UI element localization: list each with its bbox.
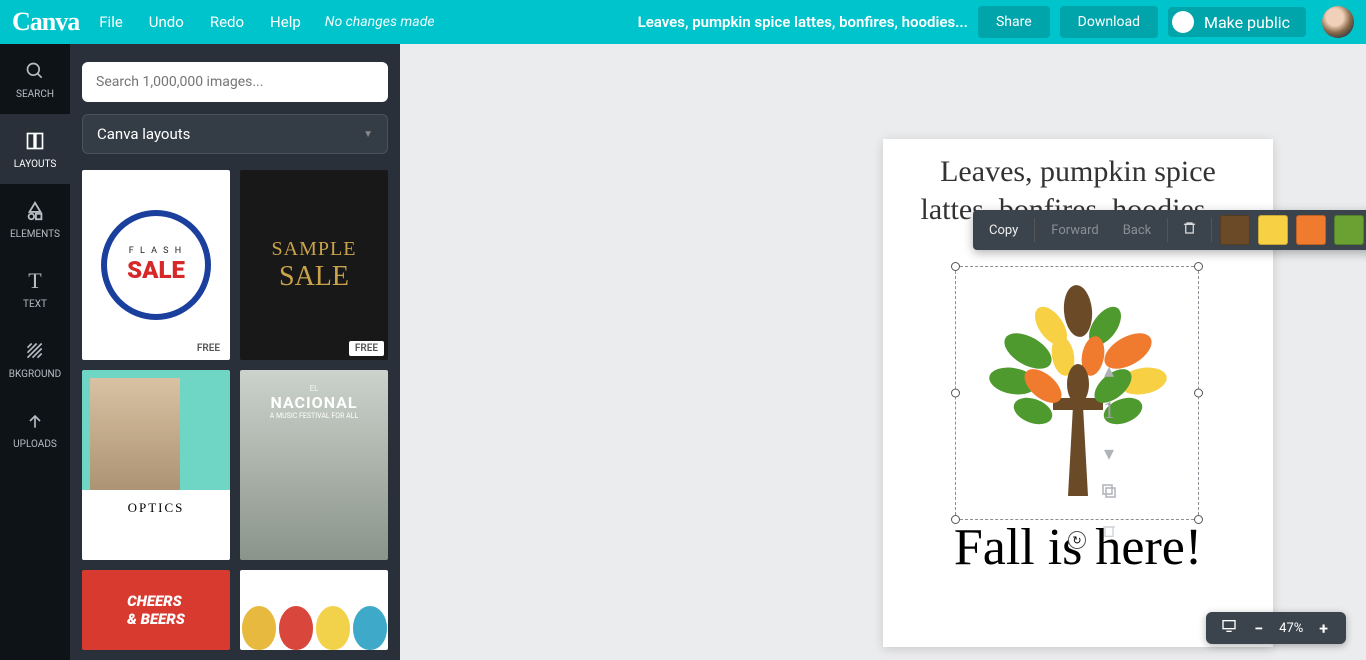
layout-dropdown[interactable]: Canva layouts ▼ <box>82 114 388 154</box>
upload-icon <box>23 409 47 433</box>
toggle-knob-icon <box>1172 11 1194 33</box>
color-swatch-yellow[interactable] <box>1258 215 1288 245</box>
chevron-down-icon: ▼ <box>363 129 373 140</box>
resize-handle[interactable] <box>1194 262 1203 271</box>
delete-page-icon[interactable] <box>1101 521 1117 545</box>
rotate-handle[interactable]: ↻ <box>1068 531 1086 549</box>
template-text: F L A S H <box>129 246 183 256</box>
resize-handle[interactable] <box>951 389 960 398</box>
nav-background[interactable]: BKGROUND <box>0 324 70 394</box>
nav-layouts-label: LAYOUTS <box>14 159 57 170</box>
menu-undo[interactable]: Undo <box>149 13 184 31</box>
free-badge: FREE <box>349 341 384 356</box>
download-button[interactable]: Download <box>1060 6 1158 38</box>
resize-handle[interactable] <box>1194 515 1203 524</box>
template-item[interactable]: SAMPLE SALE FREE <box>240 170 388 360</box>
menu-redo[interactable]: Redo <box>210 13 244 31</box>
nav-search-label: SEARCH <box>16 89 54 100</box>
back-button[interactable]: Back <box>1111 210 1164 250</box>
template-text: SALE <box>127 256 185 284</box>
zoom-out-button[interactable]: − <box>1250 619 1267 638</box>
template-text: NACIONAL <box>270 393 357 412</box>
template-item[interactable]: EL NACIONAL A MUSIC FESTIVAL FOR ALL <box>240 370 388 560</box>
text-icon: T <box>23 269 47 293</box>
page-down-button[interactable]: ▾ <box>1104 441 1114 465</box>
template-text: & BEERS <box>127 610 185 628</box>
nav-elements-label: ELEMENTS <box>10 229 60 240</box>
app-logo: Canva <box>12 7 79 37</box>
selection-box[interactable]: ↻ <box>955 266 1199 520</box>
nav-layouts[interactable]: LAYOUTS <box>0 114 70 184</box>
elements-icon <box>23 199 47 223</box>
layout-dropdown-label: Canva layouts <box>97 125 190 143</box>
menu-help[interactable]: Help <box>270 13 301 31</box>
copy-button[interactable]: Copy <box>977 210 1030 250</box>
nav-text-label: TEXT <box>23 299 47 310</box>
zoom-value: 47% <box>1279 621 1303 636</box>
background-icon <box>23 339 47 363</box>
menu-file[interactable]: File <box>99 13 123 31</box>
color-swatch-green[interactable] <box>1334 215 1364 245</box>
resize-handle[interactable] <box>951 515 960 524</box>
template-text: CHEERS <box>127 592 185 610</box>
template-text: SAMPLE <box>272 238 357 261</box>
template-item[interactable]: OPTICS <box>82 370 230 560</box>
zoom-in-button[interactable]: + <box>1315 619 1332 638</box>
template-item[interactable]: F L A S H SALE FREE <box>82 170 230 360</box>
make-public-label: Make public <box>1204 13 1290 32</box>
template-text: SALE <box>279 261 349 293</box>
template-item[interactable]: CHEERS & BEERS <box>82 570 230 650</box>
layouts-icon <box>23 129 47 153</box>
template-text: A MUSIC FESTIVAL FOR ALL <box>270 412 359 420</box>
trash-icon[interactable] <box>1172 220 1207 240</box>
copy-page-icon[interactable] <box>1100 481 1118 505</box>
page-up-button[interactable]: ▴ <box>1104 358 1114 382</box>
nav-background-label: BKGROUND <box>9 369 61 380</box>
make-public-toggle[interactable]: Make public <box>1168 7 1306 37</box>
resize-handle[interactable] <box>951 262 960 271</box>
template-text: OPTICS <box>82 500 230 516</box>
context-toolbar: Copy Forward Back ▼ <box>973 210 1366 250</box>
search-icon <box>23 59 47 83</box>
share-button[interactable]: Share <box>978 6 1050 38</box>
color-swatch-brown[interactable] <box>1220 215 1250 245</box>
nav-elements[interactable]: ELEMENTS <box>0 184 70 254</box>
search-input[interactable] <box>82 62 388 102</box>
present-icon[interactable] <box>1220 618 1238 638</box>
free-badge: FREE <box>191 341 226 356</box>
page-number: 1 <box>1103 398 1115 425</box>
nav-text[interactable]: T TEXT <box>0 254 70 324</box>
zoom-bar: − 47% + <box>1206 612 1346 644</box>
nav-search[interactable]: SEARCH <box>0 44 70 114</box>
avatar[interactable] <box>1322 6 1354 38</box>
nav-uploads-label: UPLOADS <box>13 439 57 450</box>
save-status: No changes made <box>325 14 435 30</box>
resize-handle[interactable] <box>1194 389 1203 398</box>
nav-uploads[interactable]: UPLOADS <box>0 394 70 464</box>
forward-button[interactable]: Forward <box>1039 210 1110 250</box>
document-title[interactable]: Leaves, pumpkin spice lattes, bonfires, … <box>638 13 968 31</box>
template-item[interactable] <box>240 570 388 650</box>
color-swatch-orange[interactable] <box>1296 215 1326 245</box>
